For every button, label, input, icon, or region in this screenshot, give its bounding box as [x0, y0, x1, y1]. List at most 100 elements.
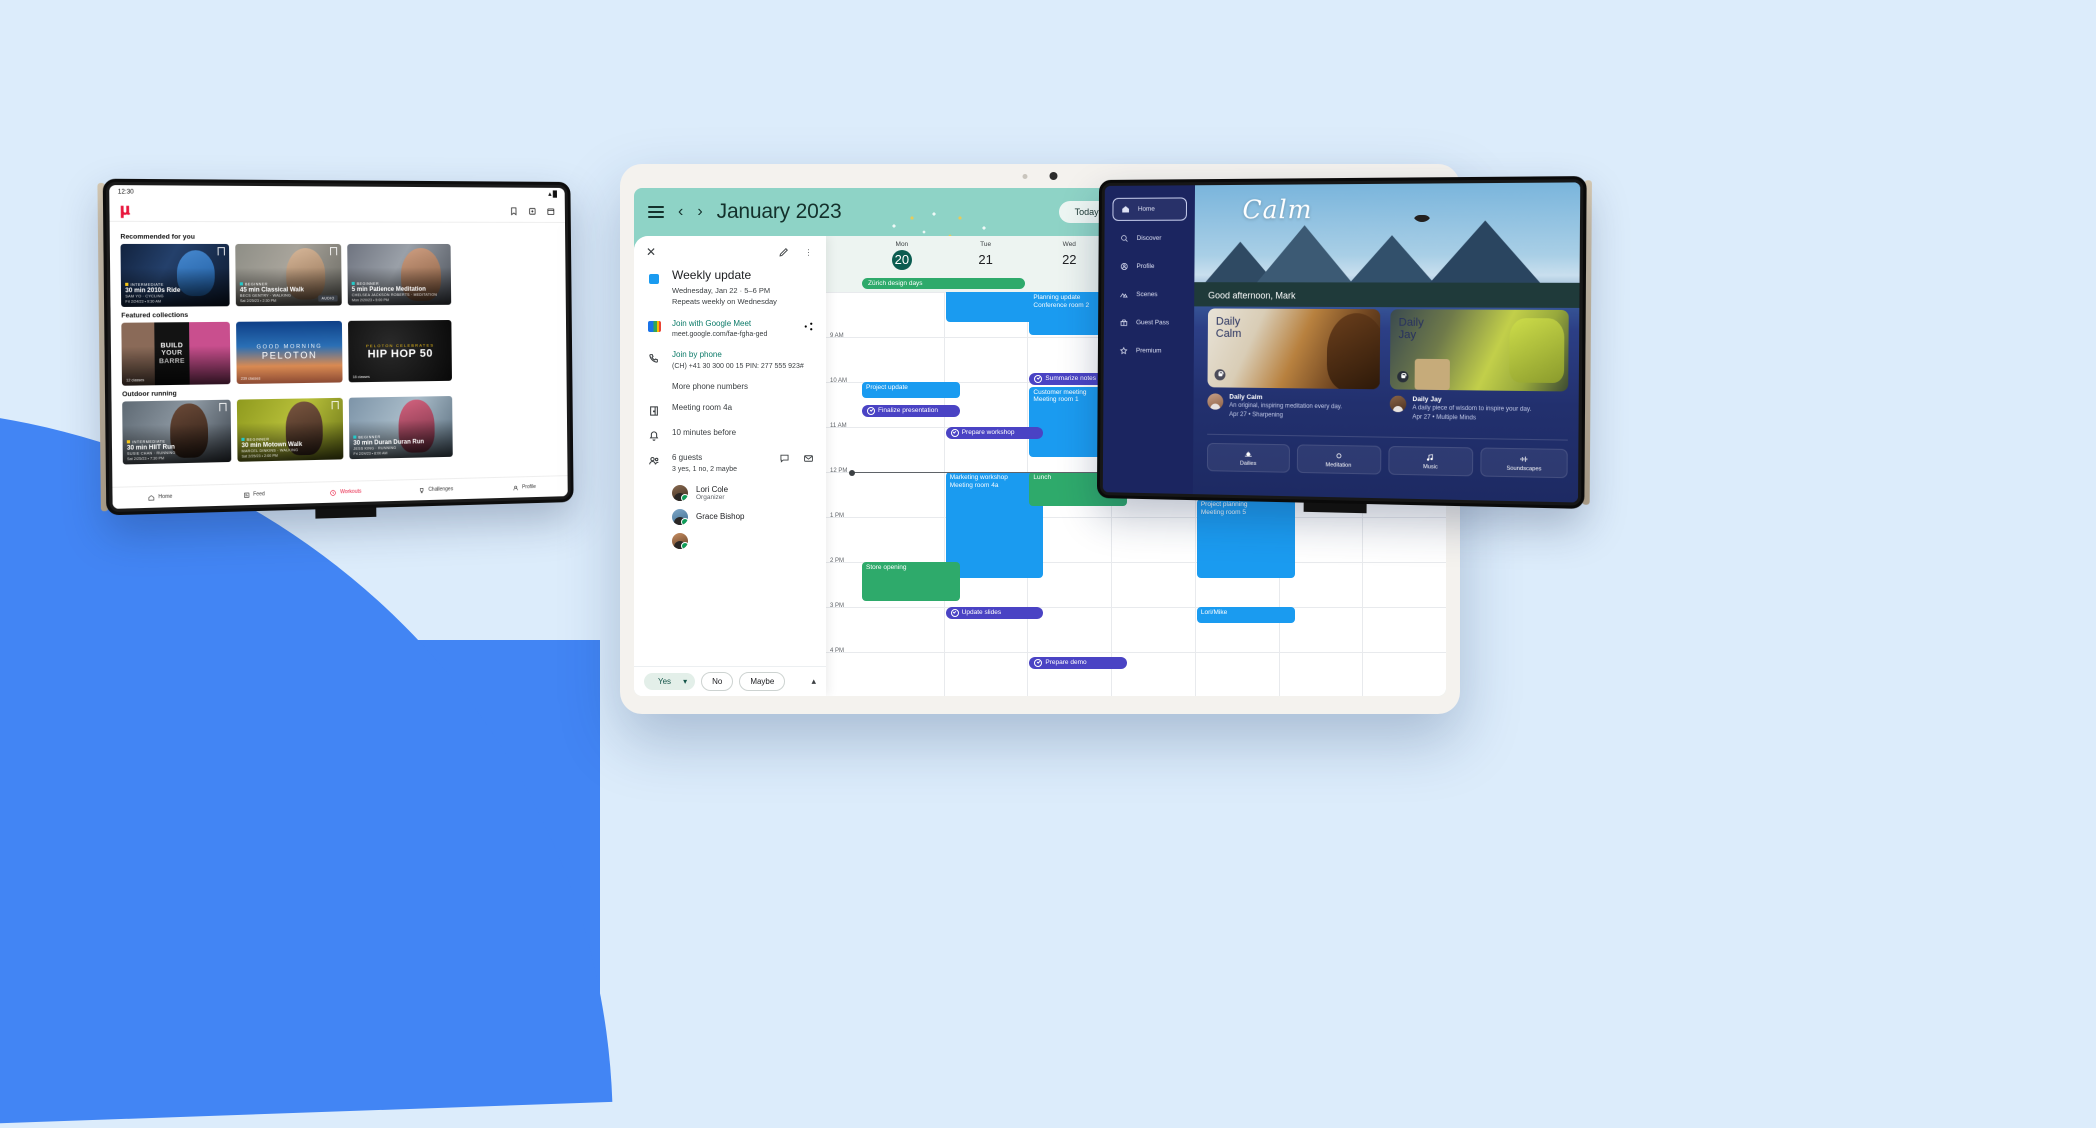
bell-icon	[646, 428, 662, 442]
event-more-numbers-row: More phone numbers	[646, 382, 814, 392]
collection-card[interactable]: GOOD MORNING PELOTON 239 classes	[236, 320, 343, 385]
calendar-event[interactable]: Prepare workshop	[945, 427, 1044, 439]
gift-icon	[1119, 318, 1128, 327]
task-check-icon	[1034, 375, 1043, 383]
join-phone-link[interactable]: Join by phone	[672, 350, 804, 360]
lock-icon	[1214, 369, 1226, 381]
workout-card[interactable]: BEGINNER 5 min Patience Meditation CHELS…	[347, 243, 452, 306]
tab-music[interactable]: Music	[1387, 445, 1474, 477]
chevron-up-icon[interactable]: ▴	[811, 676, 816, 687]
bookmark-icon[interactable]	[509, 206, 518, 215]
more-phone-numbers-link[interactable]: More phone numbers	[672, 382, 748, 392]
bookmark-icon[interactable]	[217, 247, 225, 256]
pencil-icon[interactable]	[778, 247, 789, 258]
card-level: BEGINNER	[246, 436, 270, 442]
nav-item-challenges[interactable]: Challenges	[391, 485, 480, 495]
event-guests-row: 6 guests 3 yes, 1 no, 2 maybe	[646, 453, 814, 473]
workout-card[interactable]: BEGINNER 30 min Duran Duran Run JESS KIN…	[348, 395, 453, 460]
rsvp-yes-button[interactable]: Yes ▾	[644, 673, 696, 690]
tab-soundscapes[interactable]: Soundscapes	[1480, 447, 1568, 479]
sidebar-item-scenes[interactable]: Scenes	[1112, 284, 1187, 305]
calendar-event[interactable]: Store opening	[862, 562, 960, 601]
share-icon[interactable]	[803, 319, 814, 339]
event-title: Update slides	[961, 609, 1002, 616]
tab-dailies[interactable]: Dailies	[1206, 442, 1290, 473]
close-icon[interactable]: ✕	[646, 246, 656, 258]
workout-card[interactable]: INTERMEDIATE 30 min HIIT Run SUSIE CHAN …	[122, 399, 232, 465]
calm-category-tabs[interactable]: Dailies Meditation Music Soundscapes	[1206, 442, 1568, 479]
chevron-right-icon[interactable]: ›	[697, 204, 702, 220]
workout-card[interactable]: BEGINNER 45 min Classical Walk BECS GENT…	[235, 243, 342, 307]
sidebar-item-discover[interactable]: Discover	[1112, 228, 1187, 249]
tab-label: Music	[1422, 463, 1438, 471]
bookmark-icon[interactable]	[329, 247, 338, 256]
workout-card[interactable]: BEGINNER 30 min Motown Walk MARCEL DINKI…	[236, 397, 344, 462]
hour-label: 1 PM	[830, 513, 845, 519]
sidebar-item-premium[interactable]: Premium	[1111, 340, 1186, 362]
daily-calm-card[interactable]: Daily Calm Daily Calm An original, inspir…	[1207, 308, 1381, 421]
guest-name: Lori Cole	[696, 484, 729, 494]
home-icon	[148, 494, 155, 502]
event-title: Project planning	[1200, 501, 1248, 508]
chat-icon[interactable]	[779, 453, 790, 464]
chevron-left-icon[interactable]: ‹	[678, 204, 683, 220]
collection-card[interactable]: BUILD YOUR BARRE 12 classes	[121, 321, 231, 386]
hour-label: 9 AM	[830, 333, 844, 339]
calendar-event[interactable]: Update slides	[945, 607, 1044, 619]
nav-item-home[interactable]: Home	[112, 492, 207, 502]
event-title: Summarize notes	[1045, 375, 1096, 382]
section-title-featured: Featured collections	[121, 311, 189, 320]
card-instructor: CHELSEA JACKSON ROBERTS · MEDITATION	[351, 292, 438, 298]
calendar-event[interactable]: Project update	[862, 382, 960, 398]
collection-count: 239 classes	[240, 376, 261, 381]
nav-item-workouts[interactable]: Workouts	[300, 487, 391, 497]
front-camera	[1022, 172, 1058, 180]
mountain-shape	[1424, 220, 1547, 290]
calendar-event[interactable]: Project planning Meeting room 5	[1196, 499, 1295, 578]
all-day-event[interactable]: Zürich design days	[862, 278, 1026, 289]
calendar-icon[interactable]	[546, 206, 555, 215]
google-meet-icon	[646, 319, 662, 339]
guest-actions[interactable]	[779, 453, 814, 473]
collection-card[interactable]: PELOTON CELEBRATES HIP HOP 50 18 classes	[348, 319, 452, 383]
bookmark-icon[interactable]	[331, 400, 339, 410]
sidebar-item-guest-pass[interactable]: Guest Pass	[1112, 312, 1187, 334]
peloton-top-icons[interactable]	[509, 206, 555, 215]
nav-item-profile[interactable]: Profile	[480, 483, 568, 492]
workout-card[interactable]: INTERMEDIATE 30 min 2010s Ride SAM YO · …	[120, 243, 230, 307]
nav-label: Workouts	[340, 488, 362, 496]
rsvp-maybe-button[interactable]: Maybe	[739, 672, 786, 691]
device-calm-tablet: Home Discover Profile Scenes Guest Pass …	[1096, 176, 1592, 514]
sidebar-item-label: Discover	[1136, 234, 1162, 242]
sidebar-item-home[interactable]: Home	[1112, 197, 1188, 221]
tab-label: Dailies	[1239, 460, 1257, 467]
event-title-row: Weekly update Wednesday, Jan 22 · 5–6 PM…	[646, 268, 814, 308]
more-vertical-icon[interactable]	[803, 247, 814, 258]
avatar	[672, 509, 688, 526]
copy-icon[interactable]	[528, 206, 537, 215]
sidebar-item-profile[interactable]: Profile	[1112, 256, 1187, 277]
event-title: Lori/Mike	[1200, 609, 1228, 616]
card-level: BEGINNER	[244, 281, 268, 287]
join-meet-link[interactable]: Join with Google Meet	[672, 319, 793, 329]
nav-label: Challenges	[428, 486, 454, 493]
calendar-event[interactable]: Prepare demo	[1029, 656, 1128, 669]
page-title: January 2023	[716, 200, 842, 223]
task-check-icon	[867, 406, 875, 415]
hamburger-icon[interactable]	[648, 206, 664, 218]
nav-item-feed[interactable]: Feed	[207, 490, 300, 500]
chevron-down-icon[interactable]: ▾	[683, 677, 687, 686]
daily-jay-card[interactable]: Daily Jay Daily Jay A daily piece of wisd…	[1389, 309, 1569, 424]
column-divider	[943, 292, 945, 696]
guest-list-item: Grace Bishop	[672, 509, 814, 526]
event-color-swatch	[646, 268, 662, 308]
mail-icon[interactable]	[803, 453, 814, 464]
bookmark-icon[interactable]	[219, 402, 227, 412]
calendar-event[interactable]: Lori/Mike	[1196, 607, 1295, 623]
event-when: Wednesday, Jan 22 · 5–6 PM	[672, 286, 771, 295]
peloton-top-bar: 𝛍	[109, 197, 565, 223]
rsvp-no-button[interactable]: No	[701, 672, 734, 691]
calendar-event[interactable]: Finalize presentation	[862, 404, 960, 417]
task-check-icon	[950, 429, 959, 437]
tab-meditation[interactable]: Meditation	[1296, 444, 1381, 475]
